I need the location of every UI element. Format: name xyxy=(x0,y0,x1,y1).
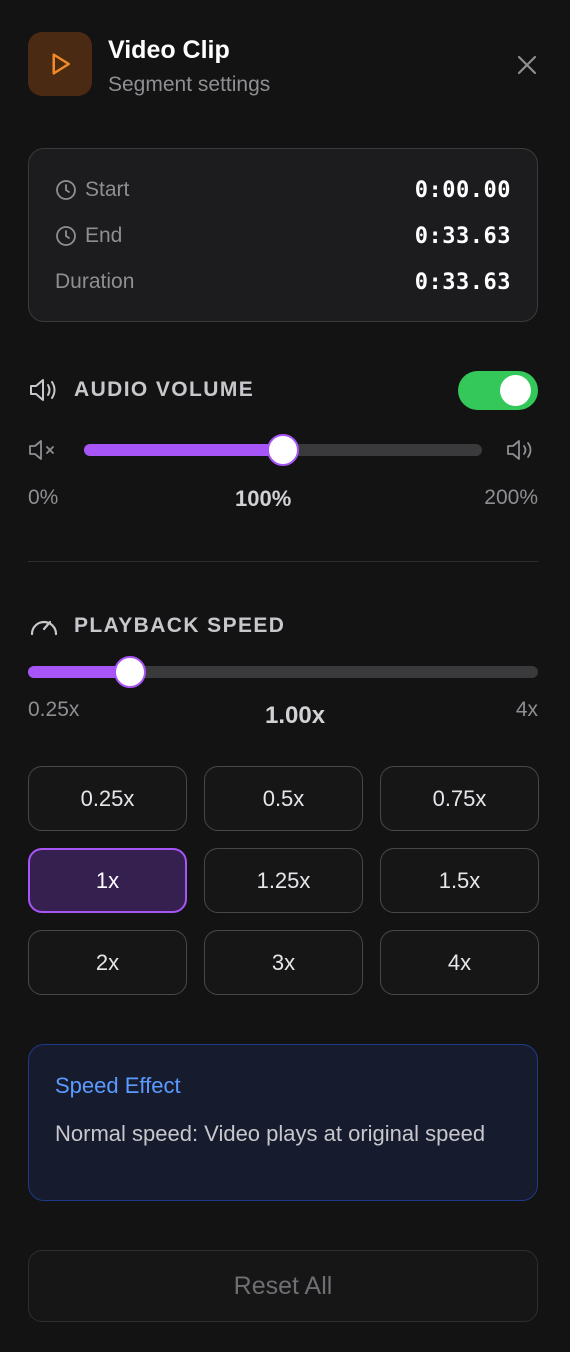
end-value: 0:33.63 xyxy=(414,223,511,249)
close-icon[interactable] xyxy=(512,50,542,80)
speaker-icon xyxy=(30,379,56,401)
speed-preset-button[interactable]: 1.5x xyxy=(380,848,539,913)
speed-preset-button[interactable]: 2x xyxy=(28,930,187,995)
end-label: End xyxy=(85,224,123,247)
speed-min-label: 0.25x xyxy=(28,698,80,721)
speed-slider-thumb[interactable] xyxy=(114,656,146,688)
volume-max-label: 200% xyxy=(484,486,538,509)
volume-max-icon xyxy=(507,440,532,460)
clock-icon xyxy=(56,226,76,246)
play-icon xyxy=(28,32,92,96)
start-time-row: Start 0:00.00 xyxy=(55,175,511,205)
end-time-row: End 0:33.63 xyxy=(55,221,511,251)
volume-slider-thumb[interactable] xyxy=(267,434,299,466)
time-info-card: Start 0:00.00 End 0:33.63 Duration 0:33.… xyxy=(28,148,538,322)
speed-max-label: 4x xyxy=(515,698,538,721)
volume-slider-track[interactable] xyxy=(84,434,482,466)
speed-current-label: 1.00x xyxy=(265,702,326,729)
speed-slider-track[interactable] xyxy=(28,656,538,688)
reset-all-button[interactable]: Reset All xyxy=(28,1250,538,1322)
speed-effect-info: Speed Effect Normal speed: Video plays a… xyxy=(28,1044,538,1201)
speed-preset-grid: 0.25x 0.5x 0.75x 1x 1.25x 1.5x 2x 3x 4x xyxy=(28,766,539,995)
panel-header: Video Clip Segment settings xyxy=(28,32,542,98)
speed-effect-description: Normal speed: Video plays at original sp… xyxy=(55,1121,486,1146)
speed-preset-button[interactable]: 0.5x xyxy=(204,766,363,831)
audio-volume-header: AUDIO VOLUME xyxy=(28,375,254,405)
speed-preset-button[interactable]: 3x xyxy=(204,930,363,995)
speed-preset-button[interactable]: 1.25x xyxy=(204,848,363,913)
playback-speed-header: PLAYBACK SPEED xyxy=(28,612,285,640)
mute-icon xyxy=(29,440,54,460)
panel-title: Video Clip xyxy=(108,36,230,64)
volume-min-label: 0% xyxy=(28,486,59,509)
panel-subtitle: Segment settings xyxy=(108,73,271,96)
playback-speed-title: PLAYBACK SPEED xyxy=(74,614,286,637)
speed-preset-button[interactable]: 0.75x xyxy=(380,766,539,831)
section-divider xyxy=(28,561,538,562)
speed-preset-button[interactable]: 1x xyxy=(28,848,187,913)
toggle-knob xyxy=(500,375,531,406)
audio-volume-title: AUDIO VOLUME xyxy=(74,378,255,401)
duration-row: Duration 0:33.63 xyxy=(55,267,511,297)
speed-preset-button[interactable]: 4x xyxy=(380,930,539,995)
duration-value: 0:33.63 xyxy=(414,269,511,295)
speed-effect-title: Speed Effect xyxy=(55,1073,181,1098)
start-value: 0:00.00 xyxy=(414,177,511,203)
volume-slider-fill xyxy=(84,444,283,456)
audio-toggle[interactable] xyxy=(458,371,538,410)
volume-current-label: 100% xyxy=(235,486,292,511)
duration-label: Duration xyxy=(55,270,135,293)
speed-preset-button[interactable]: 0.25x xyxy=(28,766,187,831)
start-label: Start xyxy=(85,178,130,201)
clock-icon xyxy=(56,180,76,200)
speedometer-icon xyxy=(30,620,58,636)
